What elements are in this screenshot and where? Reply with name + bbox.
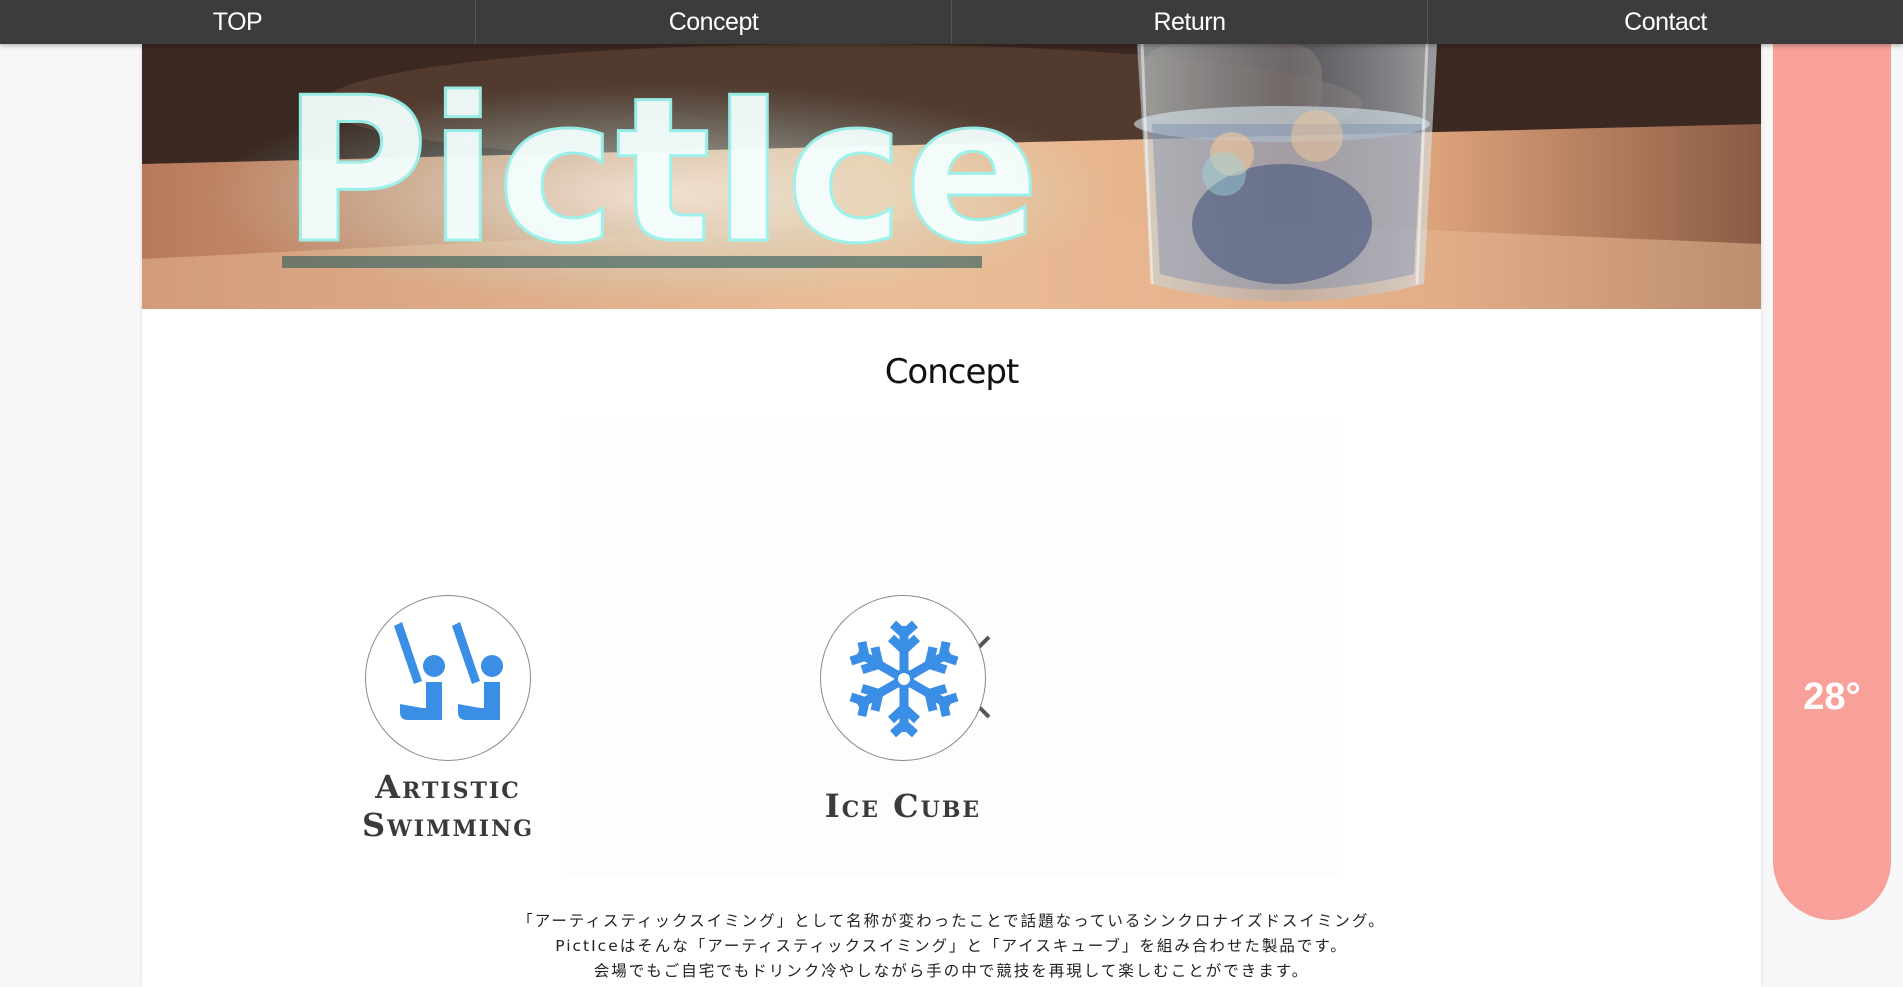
ice-cube-circle	[820, 595, 986, 761]
hero-logo-text: PictIce	[282, 55, 1040, 288]
description-line-1: 「アーティスティックスイミング」として名称が変わったことで話題なっているシンクロ…	[517, 912, 1386, 930]
artistic-swimming-label: Artistic Swimming	[332, 768, 564, 844]
artistic-swimming-label-line2: Swimming	[361, 806, 534, 844]
temperature-value: 28°	[1803, 676, 1861, 718]
nav-concept-link[interactable]: Concept	[476, 0, 952, 44]
main-card: PictIce Concept Artistic Swimming Ice Cu…	[142, 44, 1761, 987]
artistic-swimming-label-line1: Artistic	[375, 768, 521, 806]
nav-top-link[interactable]: TOP	[0, 0, 476, 44]
nav-contact-link[interactable]: Contact	[1428, 0, 1903, 44]
snowflake-icon	[821, 620, 987, 762]
artistic-swimming-icon	[394, 622, 503, 720]
artistic-swimming-circle	[365, 595, 531, 761]
temperature-gauge: 28°	[1773, 0, 1891, 920]
concept-title: Concept	[884, 352, 1020, 392]
nav-return-link[interactable]: Return	[952, 0, 1428, 44]
description-line-3: 会場でもご自宅でもドリンク冷やしながら手の中で競技を再現して楽しむことができます…	[593, 962, 1310, 980]
hero-banner: PictIce	[142, 44, 1761, 309]
top-nav: TOP Concept Return Contact	[0, 0, 1903, 44]
hero-image: PictIce	[142, 44, 1761, 309]
ice-cube-label: Ice Cube	[824, 787, 982, 825]
concept-description: 「アーティスティックスイミング」として名称が変わったことで話題なっているシンクロ…	[142, 909, 1761, 984]
description-line-2: PictIceはそんな「アーティスティックスイミング」と「アイスキューブ」を組み…	[555, 937, 1348, 955]
